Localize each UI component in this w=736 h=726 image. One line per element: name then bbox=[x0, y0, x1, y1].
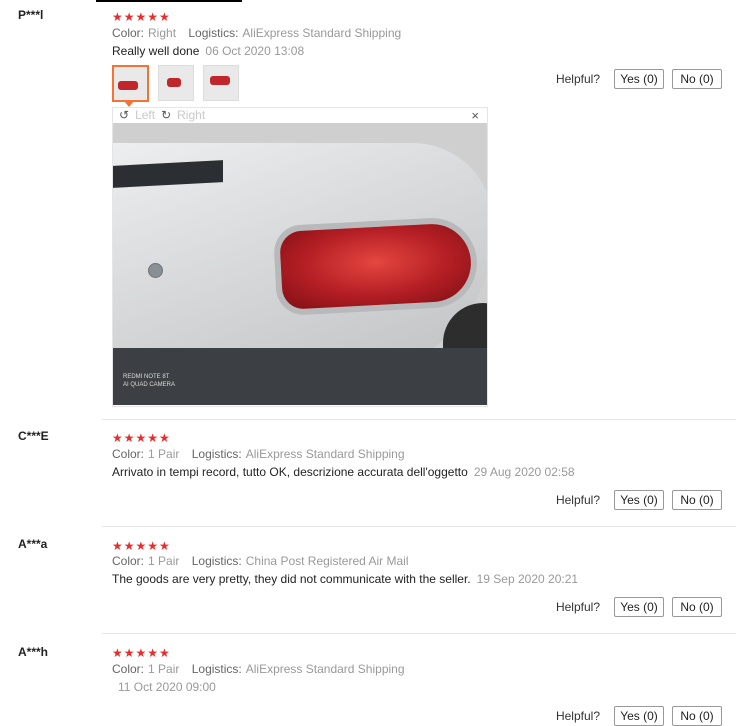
review-text-row: 11 Oct 2020 09:00 bbox=[112, 680, 216, 694]
watermark-line: AI QUAD CAMERA bbox=[123, 382, 176, 388]
review-text-row: Really well done 06 Oct 2020 13:08 bbox=[112, 44, 304, 58]
photo-parking-sensor bbox=[148, 263, 163, 278]
review-text-row: The goods are very pretty, they did not … bbox=[112, 572, 578, 586]
watermark-line: REDMI NOTE 8T bbox=[123, 374, 170, 380]
helpful-yes-button[interactable]: Yes (0) bbox=[614, 69, 664, 89]
review-thumbnails bbox=[112, 65, 248, 102]
reviewer-name: P***l bbox=[18, 8, 44, 22]
helpful-row: Helpful? Yes (0) No (0) bbox=[556, 706, 722, 726]
rotate-right-icon[interactable]: ↻ bbox=[161, 108, 171, 122]
review-date: 11 Oct 2020 09:00 bbox=[118, 680, 216, 694]
review-thumbnail[interactable] bbox=[203, 65, 239, 101]
color-label: Color: bbox=[112, 447, 145, 461]
helpful-no-button[interactable]: No (0) bbox=[672, 706, 722, 726]
rating-stars: ★★★★★ bbox=[112, 646, 171, 660]
photo-tail-light bbox=[279, 222, 473, 310]
color-label: Color: bbox=[112, 662, 145, 676]
helpful-no-button[interactable]: No (0) bbox=[672, 69, 722, 89]
logistics-label: Logistics: bbox=[191, 662, 242, 676]
helpful-yes-button[interactable]: Yes (0) bbox=[614, 597, 664, 617]
review-text-row: Arrivato in tempi record, tutto OK, desc… bbox=[112, 465, 575, 479]
review-thumbnail[interactable] bbox=[112, 65, 149, 102]
color-value: Right bbox=[148, 26, 177, 40]
viewer-toolbar: ↺ Left ↻ Right bbox=[113, 108, 487, 122]
close-icon[interactable]: × bbox=[471, 108, 479, 123]
helpful-row: Helpful? Yes (0) No (0) bbox=[556, 69, 722, 89]
rating-stars: ★★★★★ bbox=[112, 539, 171, 553]
review-date: 29 Aug 2020 02:58 bbox=[473, 465, 575, 479]
color-label: Color: bbox=[112, 554, 145, 568]
logistics-label: Logistics: bbox=[191, 447, 242, 461]
image-viewer: ↺ Left ↻ Right × REDMI NOTE 8T AI QUAD C… bbox=[112, 107, 488, 407]
color-value: 1 Pair bbox=[148, 662, 180, 676]
top-bar-accent bbox=[96, 0, 242, 2]
helpful-no-button[interactable]: No (0) bbox=[672, 490, 722, 510]
review-meta: Color: Right Logistics: AliExpress Standar… bbox=[112, 26, 410, 40]
reviewer-name: A***h bbox=[18, 645, 49, 659]
helpful-label: Helpful? bbox=[555, 709, 600, 723]
rotate-right-label[interactable]: Right bbox=[177, 108, 205, 122]
reviewer-name: A***a bbox=[18, 537, 48, 551]
helpful-row: Helpful? Yes (0) No (0) bbox=[556, 597, 722, 617]
photo-watermark: REDMI NOTE 8T AI QUAD CAMERA bbox=[123, 373, 175, 389]
review-divider bbox=[102, 419, 736, 420]
helpful-no-button[interactable]: No (0) bbox=[672, 597, 722, 617]
rotate-left-label[interactable]: Left bbox=[135, 108, 155, 122]
review-photo: REDMI NOTE 8T AI QUAD CAMERA bbox=[113, 123, 487, 405]
logistics-label: Logistics: bbox=[191, 554, 242, 568]
review-meta: Color: 1 Pair Logistics: AliExpress Standa… bbox=[112, 662, 414, 676]
logistics-value: China Post Registered Air Mail bbox=[245, 554, 409, 568]
helpful-yes-button[interactable]: Yes (0) bbox=[614, 490, 664, 510]
helpful-label: Helpful? bbox=[555, 72, 600, 86]
color-value: 1 Pair bbox=[148, 554, 180, 568]
review-date: 19 Sep 2020 20:21 bbox=[476, 572, 579, 586]
review-meta: Color: 1 Pair Logistics: AliExpress Standa… bbox=[112, 447, 414, 461]
rating-stars: ★★★★★ bbox=[112, 10, 171, 24]
helpful-row: Helpful? Yes (0) No (0) bbox=[556, 490, 722, 510]
reviewer-name: C***E bbox=[18, 429, 49, 443]
review-text: The goods are very pretty, they did not … bbox=[112, 572, 471, 586]
color-label: Color: bbox=[112, 26, 145, 40]
review-divider bbox=[102, 526, 736, 527]
rotate-left-icon[interactable]: ↺ bbox=[119, 108, 129, 122]
helpful-yes-button[interactable]: Yes (0) bbox=[614, 706, 664, 726]
rating-stars: ★★★★★ bbox=[112, 431, 171, 445]
logistics-value: AliExpress Standard Shipping bbox=[242, 26, 402, 40]
review-text: Really well done bbox=[112, 44, 200, 58]
helpful-label: Helpful? bbox=[555, 600, 600, 614]
logistics-value: AliExpress Standard Shipping bbox=[245, 662, 405, 676]
review-divider bbox=[102, 633, 736, 634]
review-date: 06 Oct 2020 13:08 bbox=[205, 44, 305, 58]
logistics-value: AliExpress Standard Shipping bbox=[245, 447, 405, 461]
color-value: 1 Pair bbox=[148, 447, 180, 461]
helpful-label: Helpful? bbox=[555, 493, 600, 507]
review-text: Arrivato in tempi record, tutto OK, desc… bbox=[112, 465, 468, 479]
review-meta: Color: 1 Pair Logistics: China Post Regist… bbox=[112, 554, 418, 568]
review-thumbnail[interactable] bbox=[158, 65, 194, 101]
logistics-label: Logistics: bbox=[188, 26, 239, 40]
